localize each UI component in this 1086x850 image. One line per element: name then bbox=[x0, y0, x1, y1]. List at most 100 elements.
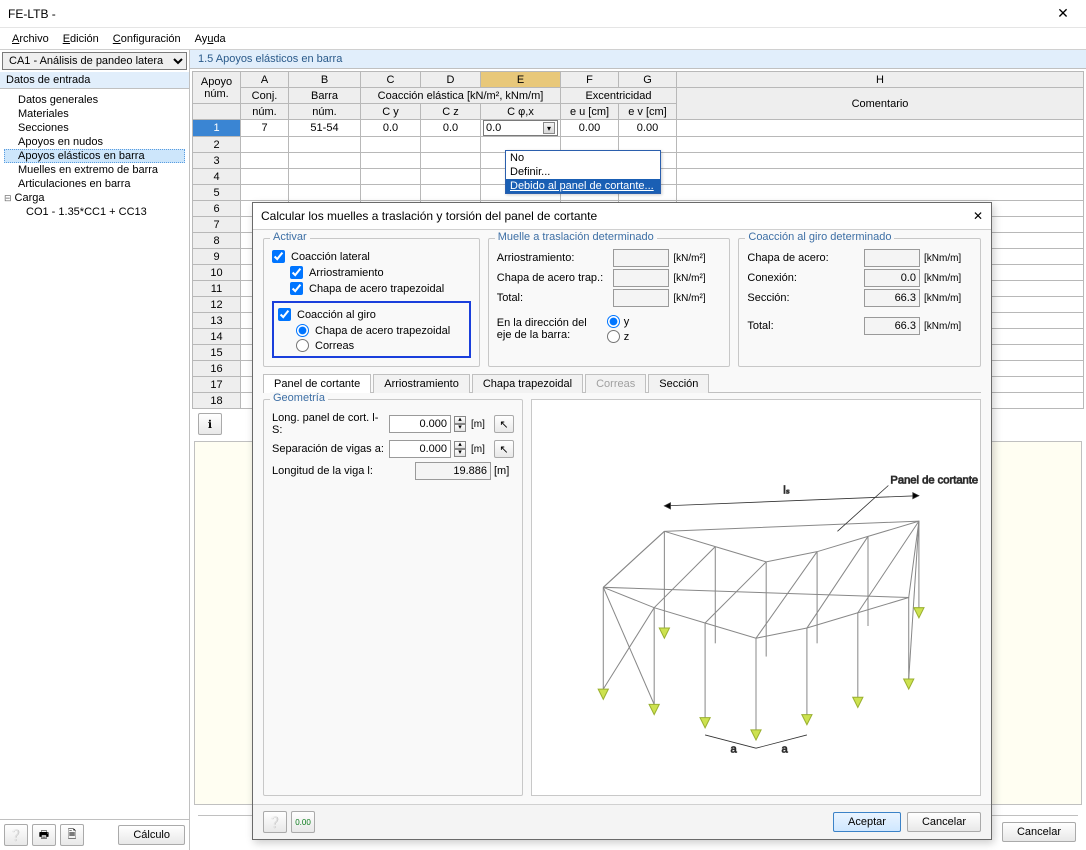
col-D[interactable]: D bbox=[421, 72, 481, 88]
dd-definir[interactable]: Definir... bbox=[506, 165, 660, 179]
dlg-accept-button[interactable]: Aceptar bbox=[833, 812, 901, 832]
info-icon[interactable]: ℹ bbox=[198, 413, 222, 435]
row-8[interactable]: 8 bbox=[193, 233, 241, 249]
tab-seccion[interactable]: Sección bbox=[648, 374, 709, 393]
tree-materiales[interactable]: Materiales bbox=[4, 107, 185, 121]
tab-panel-cortante[interactable]: Panel de cortante bbox=[263, 374, 371, 393]
th-ev: e v [cm] bbox=[619, 104, 677, 120]
tree-carga[interactable]: Carga bbox=[4, 191, 185, 205]
row-9[interactable]: 9 bbox=[193, 249, 241, 265]
col-A[interactable]: A bbox=[241, 72, 289, 88]
menu-config[interactable]: Configuración bbox=[107, 31, 187, 47]
row-1-ev[interactable]: 0.00 bbox=[619, 120, 677, 137]
tree-articulaciones[interactable]: Articulaciones en barra bbox=[4, 177, 185, 191]
inp-long-s[interactable] bbox=[389, 415, 451, 433]
cphi-dropdown[interactable]: 0.0 ▾ bbox=[483, 120, 558, 136]
tab-chapa-trapezoidal[interactable]: Chapa trapezoidal bbox=[472, 374, 583, 393]
row-17[interactable]: 17 bbox=[193, 377, 241, 393]
lbl-long-i: Longitud de la viga l: bbox=[272, 465, 412, 477]
row-12[interactable]: 12 bbox=[193, 297, 241, 313]
lbl-c-total: Total: bbox=[747, 320, 860, 332]
col-F[interactable]: F bbox=[561, 72, 619, 88]
sidebar: CA1 - Análisis de pandeo latera Datos de… bbox=[0, 50, 190, 850]
tree-datos-generales[interactable]: Datos generales bbox=[4, 93, 185, 107]
chevron-down-icon[interactable]: ▾ bbox=[543, 122, 555, 134]
row-4[interactable]: 4 bbox=[193, 169, 241, 185]
lbl-c-chapa: Chapa de acero: bbox=[747, 252, 860, 264]
tree-co1[interactable]: CO1 - 1.35*CC1 + CC13 bbox=[12, 205, 185, 219]
row-16[interactable]: 16 bbox=[193, 361, 241, 377]
row-10[interactable]: 10 bbox=[193, 265, 241, 281]
dd-debido[interactable]: Debido al panel de cortante... bbox=[506, 179, 660, 193]
row-1-conj[interactable]: 7 bbox=[241, 120, 289, 137]
th-conj-num: núm. bbox=[241, 104, 289, 120]
col-C[interactable]: C bbox=[361, 72, 421, 88]
main-cancel-button[interactable]: Cancelar bbox=[1002, 822, 1076, 842]
row-1-cy[interactable]: 0.0 bbox=[361, 120, 421, 137]
dim-ls: lₛ bbox=[783, 485, 790, 497]
pick-sep-icon[interactable]: ↖ bbox=[494, 440, 514, 458]
row-15[interactable]: 15 bbox=[193, 345, 241, 361]
row-1-cz[interactable]: 0.0 bbox=[421, 120, 481, 137]
rad-chapa-trap[interactable]: Chapa de acero trapezoidal bbox=[296, 324, 465, 337]
row-3[interactable]: 3 bbox=[193, 153, 241, 169]
menu-edit[interactable]: Edición bbox=[57, 31, 105, 47]
tree-apoyos-nudos[interactable]: Apoyos en nudos bbox=[4, 135, 185, 149]
row-13[interactable]: 13 bbox=[193, 313, 241, 329]
cphi-dropdown-list[interactable]: No Definir... Debido al panel de cortant… bbox=[505, 150, 661, 194]
row-5[interactable]: 5 bbox=[193, 185, 241, 201]
group-geometria: Geometría Long. panel de cort. l-S: ▴▾ [… bbox=[263, 399, 523, 796]
export-icon[interactable]: 🖶 bbox=[32, 824, 56, 846]
rad-dir-z[interactable]: z bbox=[607, 330, 630, 343]
legend-geom: Geometría bbox=[270, 392, 328, 404]
th-conj: Conj. bbox=[241, 88, 289, 104]
tab-arriostramiento[interactable]: Arriostramiento bbox=[373, 374, 470, 393]
pick-long-s-icon[interactable]: ↖ bbox=[494, 415, 514, 433]
chk-arriostramiento[interactable]: Arriostramiento bbox=[290, 266, 471, 279]
row-1-head[interactable]: 1 bbox=[193, 120, 241, 137]
row-1-barra[interactable]: 51-54 bbox=[289, 120, 361, 137]
tree-apoyos-elasticos[interactable]: Apoyos elásticos en barra bbox=[4, 149, 185, 163]
row-7[interactable]: 7 bbox=[193, 217, 241, 233]
dialog-close-icon[interactable]: ✕ bbox=[973, 209, 983, 223]
row-1-comment[interactable] bbox=[677, 120, 1084, 137]
tree-secciones[interactable]: Secciones bbox=[4, 121, 185, 135]
export2-icon[interactable]: 🗎 bbox=[60, 824, 84, 846]
row-6[interactable]: 6 bbox=[193, 201, 241, 217]
dlg-help-icon[interactable]: ❔ bbox=[263, 811, 287, 833]
col-B[interactable]: B bbox=[289, 72, 361, 88]
lbl-sep: Separación de vigas a: bbox=[272, 443, 386, 455]
spin-long-s[interactable]: ▴▾ bbox=[454, 416, 468, 432]
dlg-units-icon[interactable]: 0.00 bbox=[291, 811, 315, 833]
help-icon[interactable]: ❔ bbox=[4, 824, 28, 846]
row-18[interactable]: 18 bbox=[193, 393, 241, 409]
chk-chapa-trap[interactable]: Chapa de acero trapezoidal bbox=[290, 282, 471, 295]
dd-no[interactable]: No bbox=[506, 151, 660, 165]
analysis-combo[interactable]: CA1 - Análisis de pandeo latera bbox=[2, 52, 187, 70]
spin-sep[interactable]: ▴▾ bbox=[454, 441, 468, 457]
menu-file[interactable]: Archivo bbox=[6, 31, 55, 47]
row-1-eu[interactable]: 0.00 bbox=[561, 120, 619, 137]
th-eu: e u [cm] bbox=[561, 104, 619, 120]
lbl-m-arrio: Arriostramiento: bbox=[497, 252, 610, 264]
chk-coaccion-lateral[interactable]: Coacción lateral bbox=[272, 250, 471, 263]
tree-muelles-extremo[interactable]: Muelles en extremo de barra bbox=[4, 163, 185, 177]
dlg-cancel-button[interactable]: Cancelar bbox=[907, 812, 981, 832]
menu-help[interactable]: Ayuda bbox=[189, 31, 232, 47]
inp-sep[interactable] bbox=[389, 440, 451, 458]
row-2[interactable]: 2 bbox=[193, 137, 241, 153]
row-11[interactable]: 11 bbox=[193, 281, 241, 297]
group-coaccion-giro: Coacción al giro determinado Chapa de ac… bbox=[738, 238, 981, 367]
rad-dir-y[interactable]: y bbox=[607, 315, 630, 328]
col-G[interactable]: G bbox=[619, 72, 677, 88]
row-1-cphi[interactable]: 0.0 ▾ bbox=[481, 120, 561, 137]
lbl-direccion: En la dirección del eje de la barra: bbox=[497, 317, 601, 341]
col-H[interactable]: H bbox=[677, 72, 1084, 88]
col-E[interactable]: E bbox=[481, 72, 561, 88]
rad-correas[interactable]: Correas bbox=[296, 339, 465, 352]
row-14[interactable]: 14 bbox=[193, 329, 241, 345]
dialog-tabs: Panel de cortante Arriostramiento Chapa … bbox=[263, 373, 981, 393]
window-close-icon[interactable]: ✕ bbox=[1048, 5, 1078, 22]
chk-coaccion-giro[interactable]: Coacción al giro bbox=[278, 308, 465, 321]
calc-button[interactable]: Cálculo bbox=[118, 825, 185, 845]
